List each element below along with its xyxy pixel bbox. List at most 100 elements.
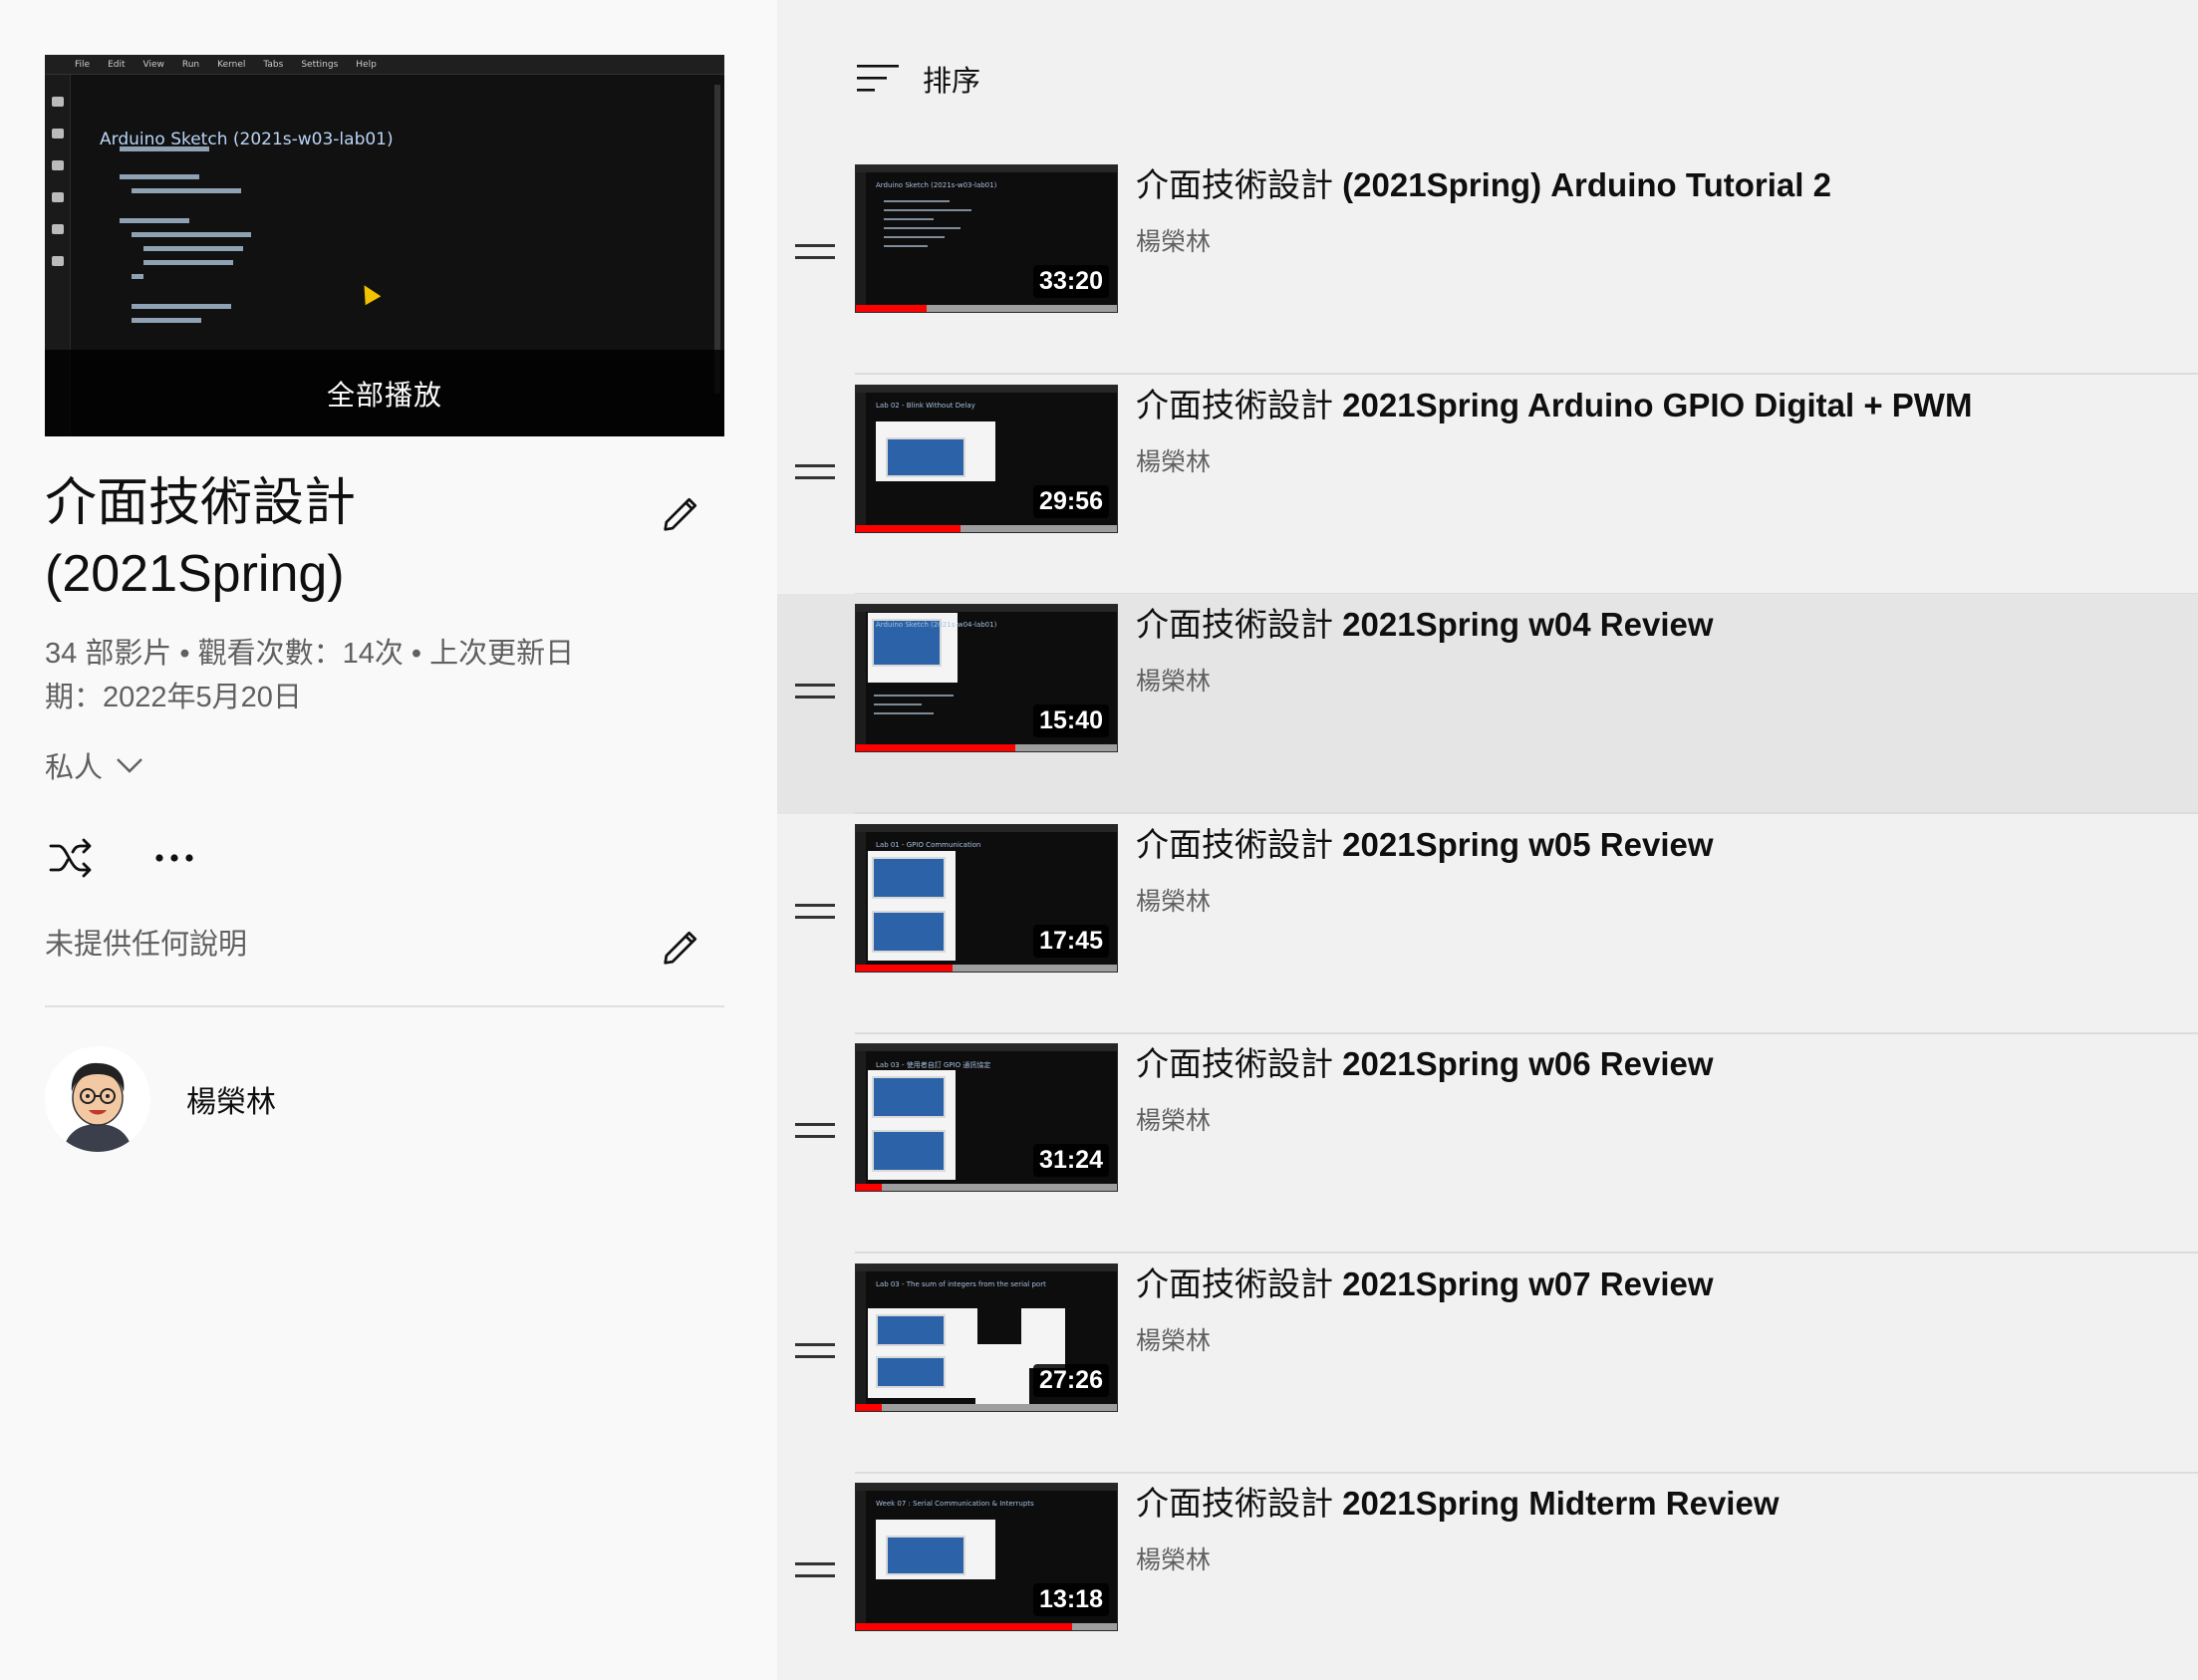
avatar[interactable] (45, 1046, 150, 1152)
hero-menu-item: Tabs (263, 59, 284, 70)
drag-handle-icon[interactable] (795, 464, 835, 484)
thumbnail-caption: Week 07 : Serial Communication & Interru… (876, 1500, 1034, 1508)
video-duration: 29:56 (1033, 485, 1109, 518)
video-duration: 15:40 (1033, 704, 1109, 737)
video-channel[interactable]: 楊榮林 (1136, 222, 2178, 258)
video-thumbnail[interactable]: Arduino Sketch (2021s-w03-lab01) 33:20 (855, 164, 1118, 313)
drag-handle-icon[interactable] (795, 904, 835, 924)
drag-handle-icon[interactable] (795, 684, 835, 703)
watch-progress-track (856, 1404, 1117, 1411)
playlist-stats-line2: 期：2022年5月20日 (45, 682, 302, 713)
thumbnail-caption: Lab 02 - Blink Without Delay (876, 402, 975, 410)
playlist-header-panel: File Edit View Run Kernel Tabs Settings … (0, 0, 777, 1680)
thumbnail-caption: Lab 01 - GPIO Communication (876, 841, 981, 849)
video-title[interactable]: 介面技術設計 2021Spring Arduino GPIO Digital +… (1136, 383, 2178, 428)
video-thumbnail[interactable]: Lab 02 - Blink Without Delay 29:56 (855, 385, 1118, 533)
video-info: 介面技術設計 2021Spring Midterm Review 楊榮林 (1136, 1481, 2178, 1576)
video-info: 介面技術設計 2021Spring w06 Review 楊榮林 (1136, 1041, 2178, 1137)
video-channel[interactable]: 楊榮林 (1136, 1101, 2178, 1137)
video-info: 介面技術設計 2021Spring Arduino GPIO Digital +… (1136, 383, 2178, 478)
watch-progress-bar (856, 525, 961, 532)
edit-description-pencil-icon[interactable] (658, 925, 703, 971)
watch-progress-track (856, 1184, 1117, 1191)
playlist-video-item[interactable]: Lab 02 - Blink Without Delay 29:56 介面技術設… (777, 375, 2198, 595)
playlist-actions (45, 833, 200, 883)
watch-progress-bar (856, 1404, 883, 1411)
shuffle-button[interactable] (45, 833, 97, 883)
video-info: 介面技術設計 2021Spring w05 Review 楊榮林 (1136, 822, 2178, 918)
playlist-title: 介面技術設計 (2021Spring) (45, 468, 603, 610)
video-title[interactable]: 介面技術設計 2021Spring w05 Review (1136, 822, 2178, 868)
drag-handle-icon[interactable] (795, 1562, 835, 1582)
playlist-video-item[interactable]: Week 07 : Serial Communication & Interru… (777, 1473, 2198, 1680)
thumbnail-caption: Arduino Sketch (2021s-w04-lab01) (876, 621, 997, 629)
owner-channel[interactable]: 楊榮林 (45, 1044, 276, 1154)
play-all-overlay[interactable]: 全部播放 (45, 350, 724, 436)
play-all-thumbnail[interactable]: File Edit View Run Kernel Tabs Settings … (45, 55, 724, 436)
thumbnail-caption: Lab 03 - 使用者自訂 GPIO 通訊協定 (876, 1061, 991, 1069)
video-title[interactable]: 介面技術設計 (2021Spring) Arduino Tutorial 2 (1136, 162, 2178, 208)
video-channel[interactable]: 楊榮林 (1136, 1321, 2178, 1357)
video-duration: 17:45 (1033, 925, 1109, 958)
playlist-video-item[interactable]: Lab 03 - 使用者自訂 GPIO 通訊協定 31:24 介面技術設計 20… (777, 1033, 2198, 1254)
video-title-cjk: 介面技術設計 (1136, 826, 1333, 863)
video-title[interactable]: 介面技術設計 2021Spring Midterm Review (1136, 1481, 2178, 1527)
hero-menu-item: Kernel (217, 59, 246, 70)
watch-progress-bar (856, 1184, 883, 1191)
hero-menu-item: Settings (301, 59, 339, 70)
hero-menu-item: Edit (108, 59, 126, 70)
chevron-down-icon (117, 758, 142, 773)
video-thumbnail[interactable]: Lab 03 - The sum of integers from the se… (855, 1263, 1118, 1412)
video-title-latin: 2021Spring w04 Review (1342, 606, 1714, 643)
playlist-video-list: 排序 Arduino Sketch (2021s-w03-lab01) 33:2… (777, 0, 2198, 1680)
video-channel[interactable]: 楊榮林 (1136, 442, 2178, 478)
video-duration: 13:18 (1033, 1583, 1109, 1616)
hero-menu-item: File (75, 59, 91, 70)
video-duration: 31:24 (1033, 1144, 1109, 1177)
play-all-label: 全部播放 (326, 379, 442, 411)
owner-name[interactable]: 楊榮林 (186, 1077, 276, 1121)
drag-handle-icon[interactable] (795, 1343, 835, 1363)
video-channel[interactable]: 楊榮林 (1136, 1540, 2178, 1576)
playlist-stats-line1: 34 部影片 • 觀看次數：14次 • 上次更新日 (45, 638, 575, 670)
drag-handle-icon[interactable] (795, 1123, 835, 1143)
video-title-cjk: 介面技術設計 (1136, 1045, 1333, 1082)
hero-code-title: Arduino Sketch (2021s-w03-lab01) (100, 130, 394, 149)
drag-handle-icon[interactable] (795, 244, 835, 264)
hero-code-lines (120, 146, 251, 323)
hero-menu-item: Help (356, 59, 377, 70)
video-thumbnail[interactable]: Lab 01 - GPIO Communication 17:45 (855, 824, 1118, 973)
video-thumbnail[interactable]: Arduino Sketch (2021s-w04-lab01) 15:40 (855, 604, 1118, 752)
video-title[interactable]: 介面技術設計 2021Spring w06 Review (1136, 1041, 2178, 1087)
sort-icon (857, 65, 899, 92)
edit-title-pencil-icon[interactable] (658, 491, 703, 537)
video-title[interactable]: 介面技術設計 2021Spring w04 Review (1136, 602, 2178, 648)
video-title-latin: 2021Spring w05 Review (1342, 826, 1714, 863)
hero-scrollbar (714, 85, 720, 394)
video-title-cjk: 介面技術設計 (1136, 166, 1333, 203)
video-thumbnail[interactable]: Week 07 : Serial Communication & Interru… (855, 1483, 1118, 1631)
video-channel[interactable]: 楊榮林 (1136, 662, 2178, 698)
video-channel[interactable]: 楊榮林 (1136, 882, 2178, 918)
video-title[interactable]: 介面技術設計 2021Spring w07 Review (1136, 1261, 2178, 1307)
playlist-title-line2: (2021Spring) (45, 545, 345, 603)
playlist-video-item[interactable]: Arduino Sketch (2021s-w04-lab01) 15:40 介… (777, 594, 2198, 814)
video-duration: 27:26 (1033, 1364, 1109, 1397)
more-horiz-icon (155, 854, 193, 862)
video-title-latin: 2021Spring w06 Review (1342, 1045, 1714, 1082)
shuffle-icon (49, 838, 92, 878)
sort-button[interactable]: 排序 (857, 55, 980, 103)
playlist-video-item[interactable]: Lab 01 - GPIO Communication 17:45 介面技術設計… (777, 814, 2198, 1034)
playlist-video-item[interactable]: Arduino Sketch (2021s-w03-lab01) 33:20 介… (777, 154, 2198, 375)
playlist-video-item[interactable]: Lab 03 - The sum of integers from the se… (777, 1254, 2198, 1474)
privacy-dropdown[interactable]: 私人 (45, 745, 144, 785)
watch-progress-bar (856, 744, 1015, 751)
video-title-latin: 2021Spring w07 Review (1342, 1265, 1714, 1302)
watch-progress-bar (856, 1623, 1073, 1630)
video-duration: 33:20 (1033, 265, 1109, 298)
more-actions-button[interactable] (148, 833, 200, 883)
watch-progress-bar (856, 305, 927, 312)
video-title-latin: 2021Spring Arduino GPIO Digital + PWM (1342, 387, 1973, 423)
video-thumbnail[interactable]: Lab 03 - 使用者自訂 GPIO 通訊協定 31:24 (855, 1043, 1118, 1192)
video-title-cjk: 介面技術設計 (1136, 606, 1333, 643)
